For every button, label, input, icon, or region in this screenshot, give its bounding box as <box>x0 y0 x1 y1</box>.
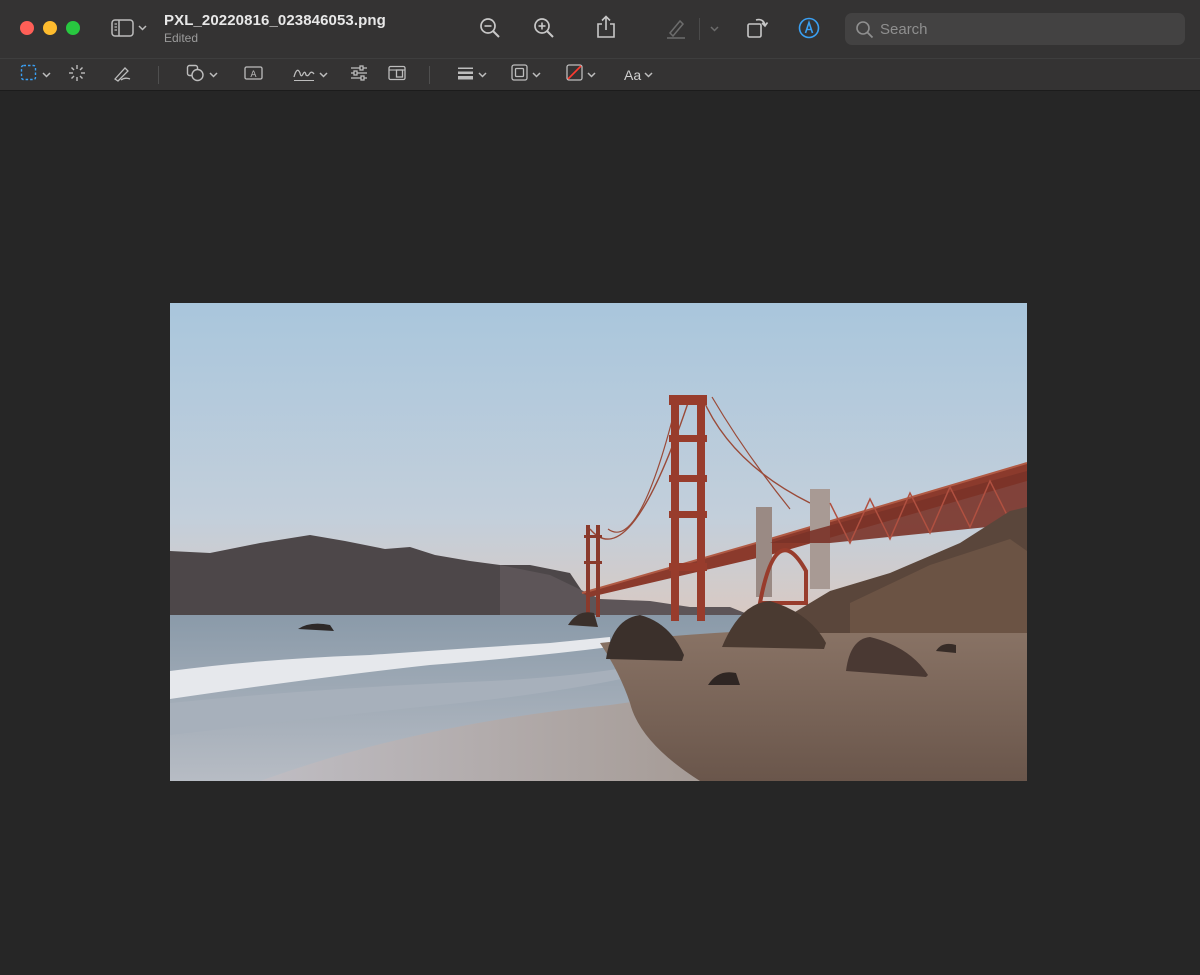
share-icon <box>596 15 616 39</box>
zoom-in-button[interactable] <box>532 16 556 40</box>
chevron-down-icon <box>478 72 487 78</box>
line-style-icon <box>457 66 474 85</box>
chevron-down-icon <box>138 25 147 31</box>
chevron-down-icon <box>42 72 51 78</box>
photo-golden-gate-bridge <box>170 303 1027 781</box>
shapes-icon <box>186 64 205 87</box>
border-color-icon <box>511 64 528 86</box>
adjust-color-button[interactable] <box>350 59 368 91</box>
fill-color-button[interactable] <box>566 59 596 91</box>
share-button[interactable] <box>594 14 618 40</box>
sketch-icon <box>113 64 132 87</box>
signature-icon <box>292 64 316 87</box>
search-icon <box>855 20 874 39</box>
sketch-tool-button[interactable] <box>113 59 132 91</box>
search-field[interactable] <box>845 13 1185 45</box>
instant-alpha-icon <box>68 64 86 87</box>
zoom-out-icon <box>479 17 501 39</box>
fill-color-icon <box>566 64 583 86</box>
markup-toolbar: A Aa <box>0 58 1200 91</box>
rotate-button[interactable] <box>744 14 770 40</box>
zoom-out-button[interactable] <box>478 16 502 40</box>
svg-text:A: A <box>250 70 257 80</box>
rect-selection-icon <box>20 64 37 86</box>
document-status: Edited <box>164 31 199 45</box>
adjust-color-icon <box>350 64 368 86</box>
zoom-in-icon <box>533 17 555 39</box>
search-input[interactable] <box>880 20 1170 38</box>
chevron-down-icon <box>709 26 719 32</box>
zoom-button[interactable] <box>66 21 80 35</box>
markup-icon <box>798 17 820 39</box>
highlight-button[interactable] <box>663 15 689 41</box>
minimize-button[interactable] <box>43 21 57 35</box>
chevron-down-icon <box>644 72 653 78</box>
instant-alpha-button[interactable] <box>68 59 86 91</box>
text-style-button[interactable]: Aa <box>624 59 653 91</box>
text-box-button[interactable]: A <box>244 59 263 91</box>
adjust-size-button[interactable] <box>388 59 406 91</box>
sidebar-icon <box>111 19 135 37</box>
highlight-options-button[interactable] <box>707 22 721 36</box>
highlight-pen-icon <box>665 17 687 39</box>
border-color-button[interactable] <box>511 59 541 91</box>
toolbar-separator <box>158 66 159 84</box>
image-view[interactable] <box>170 303 1027 781</box>
chevron-down-icon <box>532 72 541 78</box>
text-box-icon: A <box>244 65 263 86</box>
chevron-down-icon <box>587 72 596 78</box>
chevron-down-icon <box>209 72 218 78</box>
page-size-icon <box>388 65 406 86</box>
markup-toolbar-button[interactable] <box>797 16 821 40</box>
rotate-icon <box>745 15 769 39</box>
chevron-down-icon <box>319 72 328 78</box>
shapes-button[interactable] <box>186 59 218 91</box>
title-bar: PXL_20220816_023846053.png Edited <box>0 0 1200 58</box>
text-style-icon: Aa <box>624 67 642 83</box>
preview-window: PXL_20220816_023846053.png Edited Search… <box>0 0 1200 975</box>
toolbar-divider <box>699 18 700 40</box>
shape-style-button[interactable] <box>457 59 487 91</box>
document-title[interactable]: PXL_20220816_023846053.png <box>164 12 386 29</box>
sidebar-toggle-button[interactable] <box>108 16 150 40</box>
signature-button[interactable] <box>292 59 328 91</box>
selection-tool-button[interactable] <box>20 59 51 91</box>
close-button[interactable] <box>20 21 34 35</box>
toolbar-separator <box>429 66 430 84</box>
